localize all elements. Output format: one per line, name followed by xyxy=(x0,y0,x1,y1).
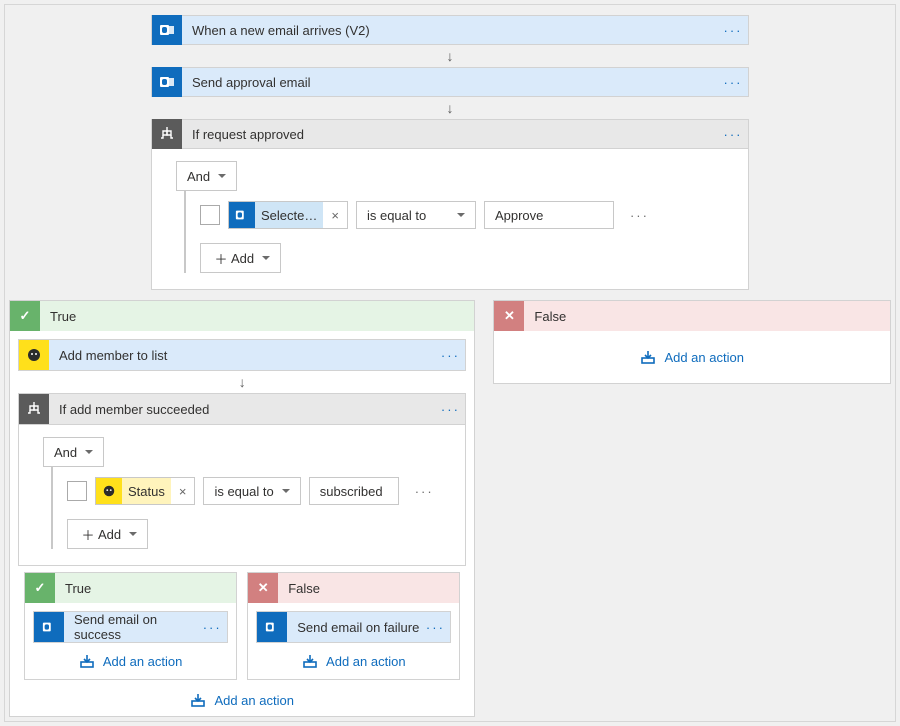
nested-branch-true: ✓ True Send email on success ··· xyxy=(24,572,237,680)
branch-label: True xyxy=(40,309,76,324)
token-selectedoption[interactable]: Selecte… × xyxy=(228,201,348,229)
step-ellipsis[interactable]: ··· xyxy=(435,402,465,417)
operator-dropdown[interactable]: is equal to xyxy=(356,201,476,229)
condition2-branches: ✓ True Send email on success ··· xyxy=(18,566,466,686)
step-send-approval-email[interactable]: Send approval email ··· xyxy=(151,67,749,97)
add-action-button[interactable]: Add an action xyxy=(256,643,451,679)
cross-icon: ✕ xyxy=(248,573,278,603)
plus-icon: ＋ xyxy=(211,249,231,268)
add-row-button[interactable]: ＋ Add xyxy=(200,243,281,273)
arrow-down-icon: ↓ xyxy=(18,375,466,389)
row-ellipsis[interactable]: ··· xyxy=(407,484,434,499)
branch-header-false: ✕ False xyxy=(494,301,890,331)
token-text: Status xyxy=(122,478,171,504)
token-status[interactable]: Status × xyxy=(95,477,195,505)
branch-header-false: ✕ False xyxy=(248,573,459,603)
add-action-button[interactable]: Add an action xyxy=(502,339,882,375)
condition-body: And Status × xyxy=(18,425,466,566)
mailchimp-icon xyxy=(96,478,122,504)
group-operator-dropdown[interactable]: And xyxy=(176,161,237,191)
step-send-email-on-success[interactable]: Send email on success ··· xyxy=(33,611,228,643)
condition-icon xyxy=(19,394,49,424)
condition-icon xyxy=(152,119,182,149)
step-title: Send email on success xyxy=(64,612,197,642)
token-remove[interactable]: × xyxy=(323,208,347,223)
branch-label: False xyxy=(524,309,566,324)
branch-true: ✓ True Add member to list ··· ↓ xyxy=(9,300,475,717)
step-title: Add member to list xyxy=(49,348,435,363)
step-title: When a new email arrives (V2) xyxy=(182,23,718,38)
condition-row: Status × is equal to subscribed ··· xyxy=(67,467,441,515)
arrow-down-icon: ↓ xyxy=(5,101,895,115)
step-send-email-on-failure[interactable]: Send email on failure ··· xyxy=(256,611,451,643)
check-icon: ✓ xyxy=(25,573,55,603)
add-row-button[interactable]: ＋ Add xyxy=(67,519,148,549)
step-ellipsis[interactable]: ··· xyxy=(718,127,748,142)
branch-header-true: ✓ True xyxy=(10,301,474,331)
step-ellipsis[interactable]: ··· xyxy=(435,348,465,363)
arrow-down-icon: ↓ xyxy=(5,49,895,63)
step-if-add-member-succeeded[interactable]: If add member succeeded ··· xyxy=(18,393,466,425)
value-input[interactable]: Approve xyxy=(484,201,614,229)
branch-false: ✕ False Add an action xyxy=(493,300,891,384)
outlook-icon xyxy=(34,612,64,642)
group-operator-dropdown[interactable]: And xyxy=(43,437,104,467)
branch-label: False xyxy=(278,581,320,596)
step-title: If add member succeeded xyxy=(49,402,435,417)
nested-branch-false: ✕ False Send email on failure ··· xyxy=(247,572,460,680)
plus-icon: ＋ xyxy=(78,525,98,544)
add-action-button[interactable]: Add an action xyxy=(33,643,228,679)
outlook-icon xyxy=(152,15,182,45)
step-ellipsis[interactable]: ··· xyxy=(197,620,227,635)
outlook-icon xyxy=(257,612,287,642)
step-ellipsis[interactable]: ··· xyxy=(718,23,748,38)
add-action-button[interactable]: Add an action xyxy=(190,686,294,708)
branch-label: True xyxy=(55,581,91,596)
condition-body: And Selecte… × is equal to xyxy=(151,149,749,290)
step-ellipsis[interactable]: ··· xyxy=(420,620,450,635)
row-checkbox[interactable] xyxy=(200,205,220,225)
step-if-request-approved[interactable]: If request approved ··· xyxy=(151,119,749,149)
row-checkbox[interactable] xyxy=(67,481,87,501)
condition1-branches: ✓ True Add member to list ··· ↓ xyxy=(5,300,895,721)
cross-icon: ✕ xyxy=(494,301,524,331)
outlook-icon xyxy=(229,202,255,228)
outlook-icon xyxy=(152,67,182,97)
row-ellipsis[interactable]: ··· xyxy=(622,208,649,223)
token-remove[interactable]: × xyxy=(171,484,195,499)
operator-dropdown[interactable]: is equal to xyxy=(203,477,300,505)
branch-header-true: ✓ True xyxy=(25,573,236,603)
step-title: Send email on failure xyxy=(287,620,420,635)
step-title: Send approval email xyxy=(182,75,718,90)
token-text: Selecte… xyxy=(255,202,323,228)
step-ellipsis[interactable]: ··· xyxy=(718,75,748,90)
check-icon: ✓ xyxy=(10,301,40,331)
step-add-member-to-list[interactable]: Add member to list ··· xyxy=(18,339,466,371)
mailchimp-icon xyxy=(19,340,49,370)
value-input[interactable]: subscribed xyxy=(309,477,399,505)
step-when-new-email[interactable]: When a new email arrives (V2) ··· xyxy=(151,15,749,45)
condition-row: Selecte… × is equal to Approve ··· xyxy=(200,191,724,239)
step-title: If request approved xyxy=(182,127,718,142)
